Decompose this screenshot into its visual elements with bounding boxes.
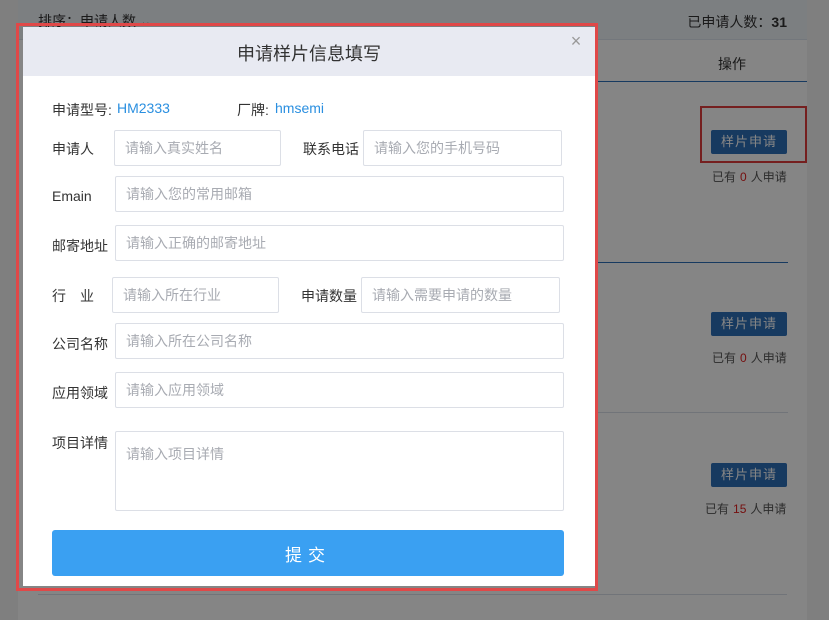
modal-title: 申请样片信息填写 [237, 44, 381, 64]
phone-input[interactable] [363, 130, 562, 166]
phone-label: 联系电话 [303, 141, 359, 157]
industry-input[interactable] [112, 277, 279, 313]
applicant-label: 申请人 [52, 141, 94, 157]
model-value: HM2333 [117, 100, 170, 116]
quantity-input[interactable] [361, 277, 560, 313]
project-label: 项目详情 [52, 435, 108, 451]
email-label: Emain [52, 188, 92, 204]
submit-button[interactable]: 提交 [52, 530, 564, 576]
application-label: 应用领域 [52, 385, 108, 401]
email-input[interactable] [115, 176, 564, 212]
brand-value: hmsemi [275, 100, 325, 116]
sample-application-modal: 申请样片信息填写 × 申请型号: HM2333 厂牌: hmsemi 申请人 联… [23, 27, 595, 586]
address-label: 邮寄地址 [52, 238, 108, 254]
address-input[interactable] [115, 225, 564, 261]
company-label: 公司名称 [52, 336, 108, 352]
quantity-label: 申请数量 [301, 288, 357, 304]
project-details-textarea[interactable] [115, 431, 564, 511]
industry-label: 行 业 [52, 288, 94, 304]
model-label: 申请型号: [52, 102, 112, 118]
applicant-name-input[interactable] [114, 130, 281, 166]
modal-header: 申请样片信息填写 × [23, 27, 595, 76]
application-field-input[interactable] [115, 372, 564, 408]
close-icon[interactable]: × [568, 32, 584, 50]
company-input[interactable] [115, 323, 564, 359]
brand-label: 厂牌: [237, 102, 269, 118]
